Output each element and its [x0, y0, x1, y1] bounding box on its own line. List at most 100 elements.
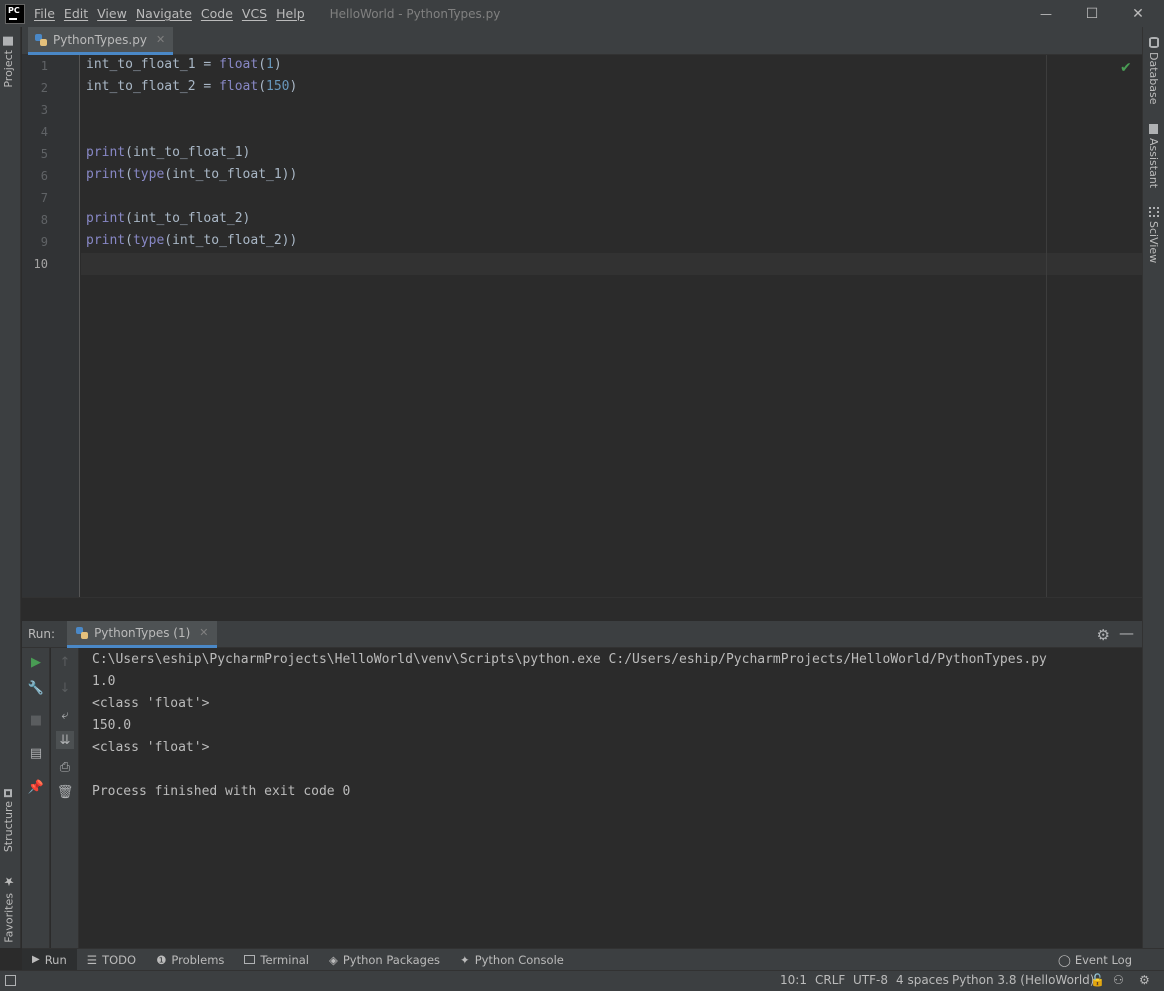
- sciview-tool-tab[interactable]: SciView: [1147, 207, 1160, 263]
- run-config-tab[interactable]: PythonTypes (1) ✕: [67, 620, 217, 648]
- menu-code[interactable]: Code: [201, 6, 233, 21]
- event-log-icon: ◯: [1057, 953, 1071, 967]
- close-tab-icon[interactable]: ✕: [156, 33, 165, 46]
- tab-run[interactable]: ▶ Run: [22, 948, 77, 971]
- line-separator[interactable]: CRLF: [815, 973, 845, 987]
- tab-pythontypes[interactable]: PythonTypes.py ✕: [28, 27, 174, 55]
- python-icon: [76, 626, 89, 639]
- right-margin-guide: [1046, 55, 1047, 597]
- close-run-tab-icon[interactable]: ✕: [199, 626, 208, 639]
- down-arrow-icon[interactable]: ↓: [56, 679, 74, 697]
- minimize-button[interactable]: —: [1023, 0, 1069, 27]
- console-line: <class 'float'>: [92, 696, 210, 711]
- sciview-label: SciView: [1147, 221, 1160, 264]
- tab-problems[interactable]: ❶ Problems: [146, 949, 234, 971]
- menu-help[interactable]: Help: [276, 6, 305, 21]
- line-number: 2: [40, 81, 48, 95]
- tab-terminal[interactable]: Terminal: [234, 949, 319, 971]
- layout-icon[interactable]: ▤: [27, 744, 45, 762]
- tab-python-packages[interactable]: ◈ Python Packages: [319, 949, 450, 971]
- code-line[interactable]: print(type(int_to_float_1)): [86, 167, 297, 182]
- current-line-highlight: [81, 253, 1142, 275]
- menu-vcs[interactable]: VCS: [242, 6, 267, 21]
- run-toolbar-primary: ▶ 🔧 ■ ▤ 📌: [22, 648, 50, 948]
- up-arrow-icon[interactable]: ↑: [56, 653, 74, 671]
- run-window-label: Run:: [28, 627, 56, 641]
- menu-file[interactable]: File: [34, 6, 55, 21]
- tab-todo-label: TODO: [102, 952, 137, 967]
- todo-list-icon: ☰: [86, 952, 98, 967]
- menu-view[interactable]: View: [97, 6, 127, 21]
- pin-icon[interactable]: 📌: [27, 778, 45, 796]
- run-triangle-icon: ▶: [32, 954, 40, 965]
- menu-bar: File Edit View Navigate Code VCS Help: [34, 6, 314, 21]
- run-tool-window: ▶ 🔧 ■ ▤ 📌 ↑ ↓ ⤶ ⇊ ⎙ 🗑 C:\Users\eship\Pyc…: [22, 648, 1142, 948]
- console-line: Process finished with exit code 0: [92, 784, 351, 799]
- inspection-icon[interactable]: ⚇: [1113, 973, 1124, 987]
- run-tool-window-header: Run: PythonTypes (1) ✕ ⚙ —: [22, 620, 1142, 648]
- python-console-icon: ✦: [460, 952, 470, 967]
- close-window-button[interactable]: ✕: [1115, 0, 1161, 27]
- code-line[interactable]: print(int_to_float_2): [86, 211, 250, 226]
- line-number: 9: [40, 235, 48, 249]
- project-tool-tab[interactable]: Project: [2, 37, 15, 88]
- stop-icon[interactable]: ■: [27, 711, 45, 729]
- packages-layers-icon: ◈: [329, 952, 338, 967]
- tab-terminal-label: Terminal: [260, 952, 309, 967]
- editor-bottom-area: [22, 597, 1142, 621]
- console-line: 150.0: [92, 718, 132, 733]
- assistant-tool-tab[interactable]: Assistant: [1147, 124, 1160, 188]
- menu-navigate[interactable]: Navigate: [136, 6, 192, 21]
- line-number: 3: [40, 103, 48, 117]
- code-line[interactable]: print(int_to_float_1): [86, 145, 250, 160]
- trash-icon[interactable]: 🗑: [56, 783, 74, 801]
- gear-icon[interactable]: ⚙: [1097, 626, 1110, 644]
- print-icon[interactable]: ⎙: [56, 758, 74, 776]
- code-line[interactable]: print(type(int_to_float_2)): [86, 233, 297, 248]
- line-number: 8: [40, 213, 48, 227]
- caret-position[interactable]: 10:1: [780, 973, 807, 987]
- hide-panel-icon[interactable]: —: [1119, 624, 1134, 642]
- python-interpreter[interactable]: Python 3.8 (HelloWorld): [952, 973, 1094, 987]
- wrench-icon[interactable]: 🔧: [27, 679, 45, 697]
- bottom-tool-bar: ▶ Run ☰ TODO ❶ Problems Terminal ◈ Pytho…: [22, 948, 1164, 971]
- no-problems-check-icon[interactable]: ✔: [1120, 60, 1132, 76]
- code-line[interactable]: int_to_float_2 = float(150): [86, 79, 297, 94]
- right-tool-strip: Database Assistant SciView: [1142, 27, 1164, 948]
- rerun-icon[interactable]: ▶: [27, 653, 45, 671]
- tab-python-packages-label: Python Packages: [342, 952, 441, 967]
- title-bar: PC File Edit View Navigate Code VCS Help…: [0, 0, 1164, 27]
- lock-icon[interactable]: 🔓: [1090, 973, 1105, 987]
- tab-todo[interactable]: ☰ TODO: [77, 949, 146, 971]
- line-number: 4: [40, 125, 48, 139]
- soft-wrap-icon[interactable]: ⤶: [56, 706, 74, 724]
- tab-run-label: Run: [44, 952, 67, 967]
- favorites-tool-tab[interactable]: Favorites ★: [2, 875, 16, 943]
- minimize-icon: —: [1040, 6, 1052, 21]
- assistant-icon: [1149, 124, 1158, 134]
- run-toolbar-secondary: ↑ ↓ ⤶ ⇊ ⎙ 🗑: [51, 648, 79, 948]
- indent-setting[interactable]: 4 spaces: [896, 973, 949, 987]
- tab-python-console[interactable]: ✦ Python Console: [450, 949, 574, 971]
- line-number: 5: [40, 147, 48, 161]
- code-editor[interactable]: 1 2 3 4 5 6 7 8 9 10 int_to_float_1 = fl…: [22, 55, 1142, 597]
- tab-event-log[interactable]: ◯ Event Log: [1058, 949, 1132, 971]
- structure-tool-tab[interactable]: Structure: [2, 789, 15, 852]
- menu-edit[interactable]: Edit: [64, 6, 88, 21]
- project-label: Project: [2, 50, 15, 88]
- database-tool-tab[interactable]: Database: [1147, 37, 1160, 105]
- favorites-label: Favorites: [2, 893, 16, 943]
- file-encoding[interactable]: UTF-8: [853, 973, 888, 987]
- maximize-icon: ☐: [1085, 5, 1099, 22]
- structure-label: Structure: [2, 801, 15, 853]
- tab-event-log-label: Event Log: [1074, 953, 1132, 967]
- toggle-tool-windows-icon[interactable]: [5, 975, 16, 986]
- left-tool-strip: Project Structure Favorites ★: [0, 27, 21, 948]
- console-output[interactable]: C:\Users\eship\PycharmProjects\HelloWorl…: [92, 649, 1047, 803]
- line-number: 1: [40, 59, 48, 73]
- settings-gear-icon[interactable]: ⚙: [1139, 973, 1150, 987]
- code-line[interactable]: int_to_float_1 = float(1): [86, 57, 282, 72]
- maximize-button[interactable]: ☐: [1069, 0, 1115, 27]
- scroll-to-end-icon[interactable]: ⇊: [56, 731, 74, 749]
- structure-icon: [4, 789, 13, 797]
